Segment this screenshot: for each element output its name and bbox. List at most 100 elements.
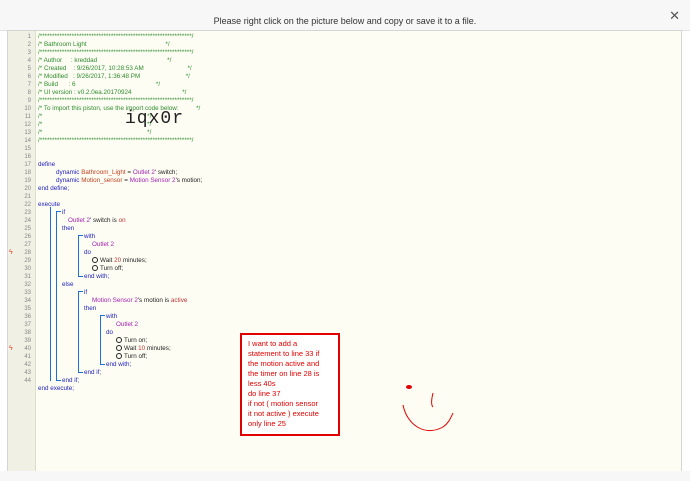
comment-line: /* UI version : v0.2.0ea.20170924 */ — [38, 89, 187, 96]
do-keyword: do — [106, 329, 114, 336]
block-guide — [78, 276, 83, 277]
line-number: 39 — [24, 338, 31, 344]
line-number: 8 — [27, 90, 31, 96]
line-number: 26 — [24, 234, 31, 240]
turn-off-statement[interactable]: Turn off; — [92, 265, 123, 273]
doodle-mouth — [402, 404, 454, 432]
piston-image[interactable]: /***************************************… — [7, 30, 682, 472]
end-execute: end execute; — [38, 385, 75, 392]
line-number: 34 — [24, 298, 31, 304]
define-keyword: define — [38, 161, 56, 168]
line-number: 41 — [24, 354, 31, 360]
line-number: 17 — [24, 162, 31, 168]
import-code: iqx0r — [125, 109, 185, 129]
comment-line: /***************************************… — [38, 97, 194, 104]
line-number: 11 — [24, 114, 31, 120]
dialog-footer — [0, 471, 690, 481]
line-number: 16 — [24, 154, 31, 160]
if-keyword: if — [62, 209, 66, 216]
doodle-eye — [406, 385, 412, 389]
block-guide — [78, 372, 83, 373]
end-if: end if; — [62, 377, 80, 384]
line-number: 21 — [24, 194, 31, 200]
with-keyword: with — [84, 233, 96, 240]
line-number: 4 — [27, 58, 31, 64]
comment-line: /***************************************… — [38, 137, 194, 144]
block-guide — [56, 211, 57, 381]
command-icon — [116, 337, 122, 343]
line-number: 42 — [24, 362, 31, 368]
command-icon — [92, 265, 98, 271]
with-device: Outlet 2 — [92, 241, 115, 248]
code-line-17: dynamic Bathroom_Light = Outlet 2' switc… — [56, 169, 178, 176]
then-keyword: then — [84, 305, 97, 312]
end-with: end with; — [106, 361, 132, 368]
block-guide — [100, 315, 101, 365]
close-icon[interactable]: ✕ — [669, 8, 680, 24]
comment-line: /***************************************… — [38, 49, 194, 56]
doodle-face — [402, 385, 454, 432]
comment-line: /* Created : 9/26/2017, 10:28:53 AM */ — [38, 65, 192, 72]
block-guide — [78, 235, 79, 277]
line-number: 6 — [27, 74, 31, 80]
block-guide — [78, 291, 79, 373]
line-number: 35 — [24, 306, 31, 312]
comment-line: /* Author : kreddad */ — [38, 57, 172, 64]
line-number: 18 — [24, 170, 31, 176]
line-number: 33 — [24, 290, 31, 296]
line-number: 28 — [24, 250, 31, 256]
line-number: 9 — [27, 98, 31, 104]
line-number: 25 — [24, 226, 31, 232]
then-keyword: then — [62, 225, 75, 232]
if-keyword: if — [84, 289, 88, 296]
line-number: 29 — [24, 258, 31, 264]
line-number: 32 — [24, 282, 31, 288]
block-guide — [100, 364, 105, 365]
with-keyword: with — [106, 313, 118, 320]
else-keyword: else — [62, 281, 74, 288]
doodle-eye — [431, 392, 434, 408]
line-number: 20 — [24, 186, 31, 192]
end-with: end with; — [84, 273, 110, 280]
block-guide — [56, 380, 61, 381]
line-number: 37 — [24, 322, 31, 328]
wait-statement[interactable]: Wait 10 minutes; — [116, 345, 171, 353]
line-number: 7 — [27, 82, 31, 88]
block-guide — [78, 291, 83, 292]
turn-off-statement[interactable]: Turn off; — [116, 353, 147, 361]
line-number: 27 — [24, 242, 31, 248]
line-number: 5 — [27, 66, 31, 72]
code-line-18: dynamic Motion_sensor = Motion Sensor 2'… — [56, 177, 203, 184]
annotation-box: I want to add a statement to line 33 if … — [240, 333, 340, 436]
comment-line: /* Bathroom Light */ — [38, 41, 170, 48]
dialog-titlebar: Please right click on the picture below … — [0, 0, 690, 31]
line-number: 13 — [24, 130, 31, 136]
code-line-33: Motion Sensor 2's motion is active — [92, 297, 188, 304]
command-icon — [116, 353, 122, 359]
instruction-text: Please right click on the picture below … — [213, 16, 477, 26]
line-number: 36 — [24, 314, 31, 320]
turn-on-statement[interactable]: Turn on; — [116, 337, 147, 345]
line-number: 24 — [24, 218, 31, 224]
block-guide — [100, 315, 105, 316]
line-number: 2 — [27, 42, 31, 48]
line-number: 12 — [24, 122, 31, 128]
block-guide — [78, 235, 83, 236]
line-number: 40 — [24, 346, 31, 352]
line-number: 31 — [24, 274, 31, 280]
line-number: 43 — [24, 370, 31, 376]
line-number: 1 — [27, 34, 31, 40]
block-guide — [50, 207, 51, 381]
timer-icon — [116, 345, 122, 351]
comment-line: /***************************************… — [38, 33, 194, 40]
block-guide — [56, 211, 61, 212]
wait-statement[interactable]: Wait 20 minutes; — [92, 257, 147, 265]
line-number: 23 — [24, 210, 31, 216]
comment-line: /* Modified : 9/26/2017, 1:36:48 PM */ — [38, 73, 190, 80]
line-number: 14 — [24, 138, 31, 144]
line-number: 44 — [24, 378, 31, 384]
code-line-23: Outlet 2' switch is on — [68, 217, 126, 224]
line-number: 38 — [24, 330, 31, 336]
line-number: 10 — [24, 106, 31, 112]
end-define: end define; — [38, 185, 70, 192]
